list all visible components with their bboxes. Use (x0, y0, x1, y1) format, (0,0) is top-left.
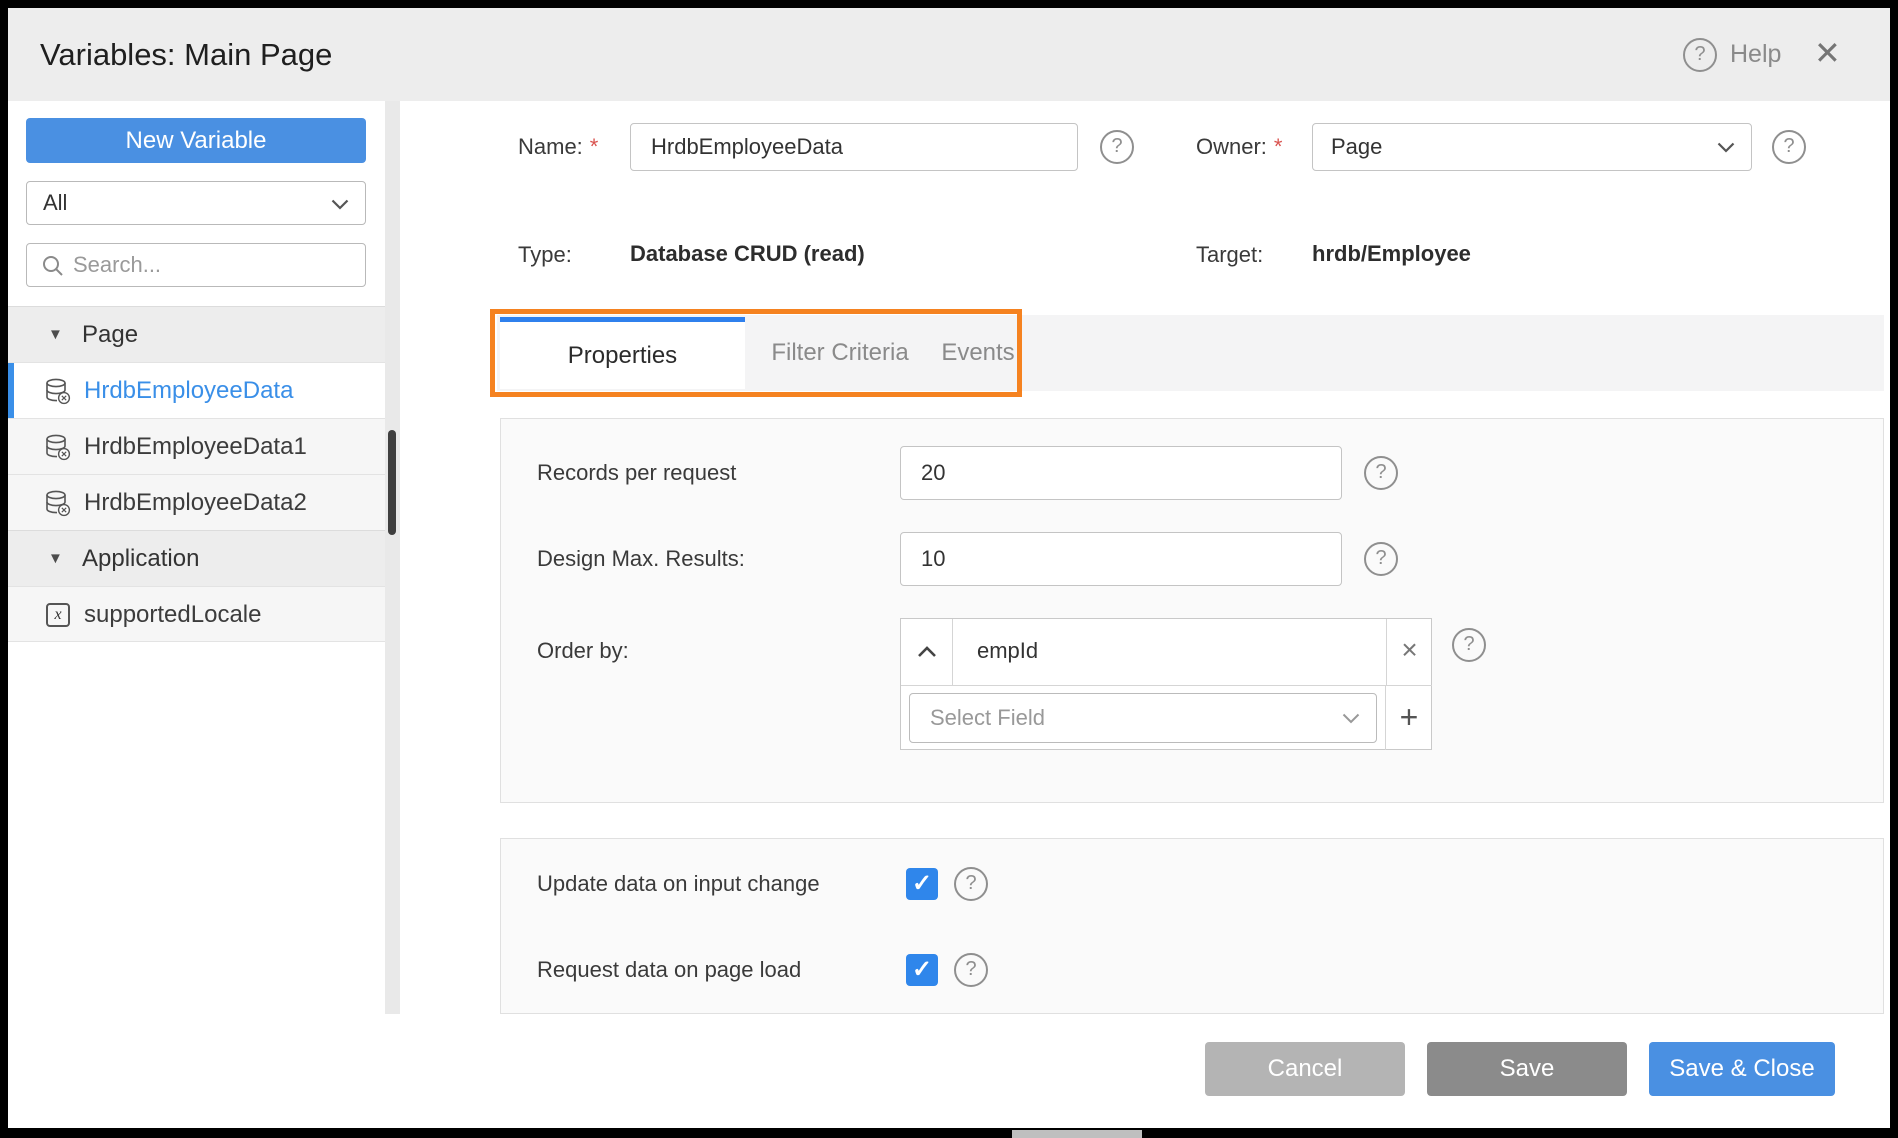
sidebar-item-hrdbemployeedata2[interactable]: HrdbEmployeeData2 (8, 474, 385, 530)
required-marker: * (1274, 134, 1283, 160)
tabs-highlight-annotation (490, 309, 1022, 397)
triangle-down-icon: ▼ (48, 307, 63, 363)
dialog-title: Variables: Main Page (40, 8, 332, 101)
name-label: Name: (518, 134, 583, 160)
select-field-dropdown[interactable]: Select Field (909, 693, 1377, 743)
order-by-row2: Select Field (901, 685, 1386, 750)
sidebar-item-label: HrdbEmployeeData2 (84, 475, 307, 531)
group-label: Application (82, 531, 199, 587)
close-icon[interactable]: ✕ (1814, 8, 1841, 101)
select-field-placeholder: Select Field (930, 694, 1045, 742)
database-variable-icon (44, 433, 72, 461)
owner-label-row: Owner: * (1196, 123, 1282, 171)
target-value: hrdb/Employee (1312, 241, 1471, 267)
triangle-down-icon: ▼ (48, 531, 63, 587)
sidebar-group-page[interactable]: ▼ Page (8, 306, 385, 362)
order-by-widget: empId × Select Field + (900, 618, 1432, 750)
request-on-load-help-icon[interactable]: ? (954, 953, 988, 987)
owner-help-icon[interactable]: ? (1772, 130, 1806, 164)
owner-select[interactable]: Page (1312, 123, 1752, 171)
sidebar-divider (385, 101, 400, 1018)
name-input[interactable] (630, 123, 1078, 171)
variable-filter-value: All (43, 182, 67, 224)
records-per-request-label: Records per request (537, 446, 736, 500)
sidebar-item-label: supportedLocale (84, 587, 261, 643)
owner-label: Owner: (1196, 134, 1267, 160)
type-value: Database CRUD (read) (630, 241, 865, 267)
design-max-results-input[interactable] (900, 532, 1342, 586)
max-results-help-icon[interactable]: ? (1364, 542, 1398, 576)
chevron-down-icon (331, 199, 349, 210)
name-label-row: Name: * (518, 123, 598, 171)
update-on-input-label: Update data on input change (537, 862, 820, 906)
sidebar-item-label: HrdbEmployeeData1 (84, 419, 307, 475)
sidebar-item-hrdbemployeedata[interactable]: HrdbEmployeeData (8, 362, 385, 418)
help-question-icon[interactable]: ? (1683, 38, 1717, 72)
search-icon (41, 254, 65, 278)
required-marker: * (590, 134, 599, 160)
sidebar-item-label: HrdbEmployeeData (84, 363, 293, 419)
selected-indicator (8, 363, 14, 419)
update-on-input-help-icon[interactable]: ? (954, 867, 988, 901)
save-and-close-button[interactable]: Save & Close (1649, 1042, 1835, 1096)
sidebar-scrollbar-thumb[interactable] (388, 430, 396, 535)
variables-dialog: Variables: Main Page ? Help ✕ New Variab… (0, 0, 1898, 1138)
search-box[interactable] (26, 243, 366, 287)
records-per-request-input[interactable] (900, 446, 1342, 500)
sidebar-group-application[interactable]: ▼ Application (8, 530, 385, 586)
group-label: Page (82, 307, 138, 363)
design-max-results-label: Design Max. Results: (537, 532, 745, 586)
target-label: Target: (1196, 242, 1263, 268)
chevron-down-icon (1717, 142, 1735, 153)
type-label: Type: (518, 242, 572, 268)
variable-filter-select[interactable]: All (26, 181, 366, 225)
order-by-label: Order by: (537, 618, 629, 684)
order-by-field[interactable]: empId (953, 619, 1386, 685)
search-input[interactable] (73, 245, 353, 285)
update-on-input-checkbox[interactable]: ✓ (906, 868, 938, 900)
add-order-field-icon[interactable]: + (1386, 685, 1432, 750)
request-on-load-label: Request data on page load (537, 948, 801, 992)
sidebar-item-supportedlocale[interactable]: x supportedLocale (8, 586, 385, 642)
chevron-down-icon (1342, 713, 1360, 724)
variable-icon: x (46, 603, 70, 627)
database-variable-icon (44, 489, 72, 517)
order-by-help-icon[interactable]: ? (1452, 628, 1486, 662)
cancel-button[interactable]: Cancel (1205, 1042, 1405, 1096)
remove-order-field-icon[interactable]: × (1386, 619, 1432, 685)
help-link[interactable]: Help (1730, 8, 1781, 101)
owner-value: Page (1331, 124, 1382, 170)
background-app-strip (0, 1128, 1898, 1138)
new-variable-button[interactable]: New Variable (26, 118, 366, 163)
database-variable-icon (44, 377, 72, 405)
background-app-remnant (1012, 1130, 1142, 1138)
caret-up-icon (917, 646, 937, 658)
name-help-icon[interactable]: ? (1100, 130, 1134, 164)
request-on-load-checkbox[interactable]: ✓ (906, 954, 938, 986)
sidebar-item-hrdbemployeedata1[interactable]: HrdbEmployeeData1 (8, 418, 385, 474)
save-button[interactable]: Save (1427, 1042, 1627, 1096)
sort-ascending-toggle[interactable] (901, 619, 953, 685)
records-help-icon[interactable]: ? (1364, 456, 1398, 490)
